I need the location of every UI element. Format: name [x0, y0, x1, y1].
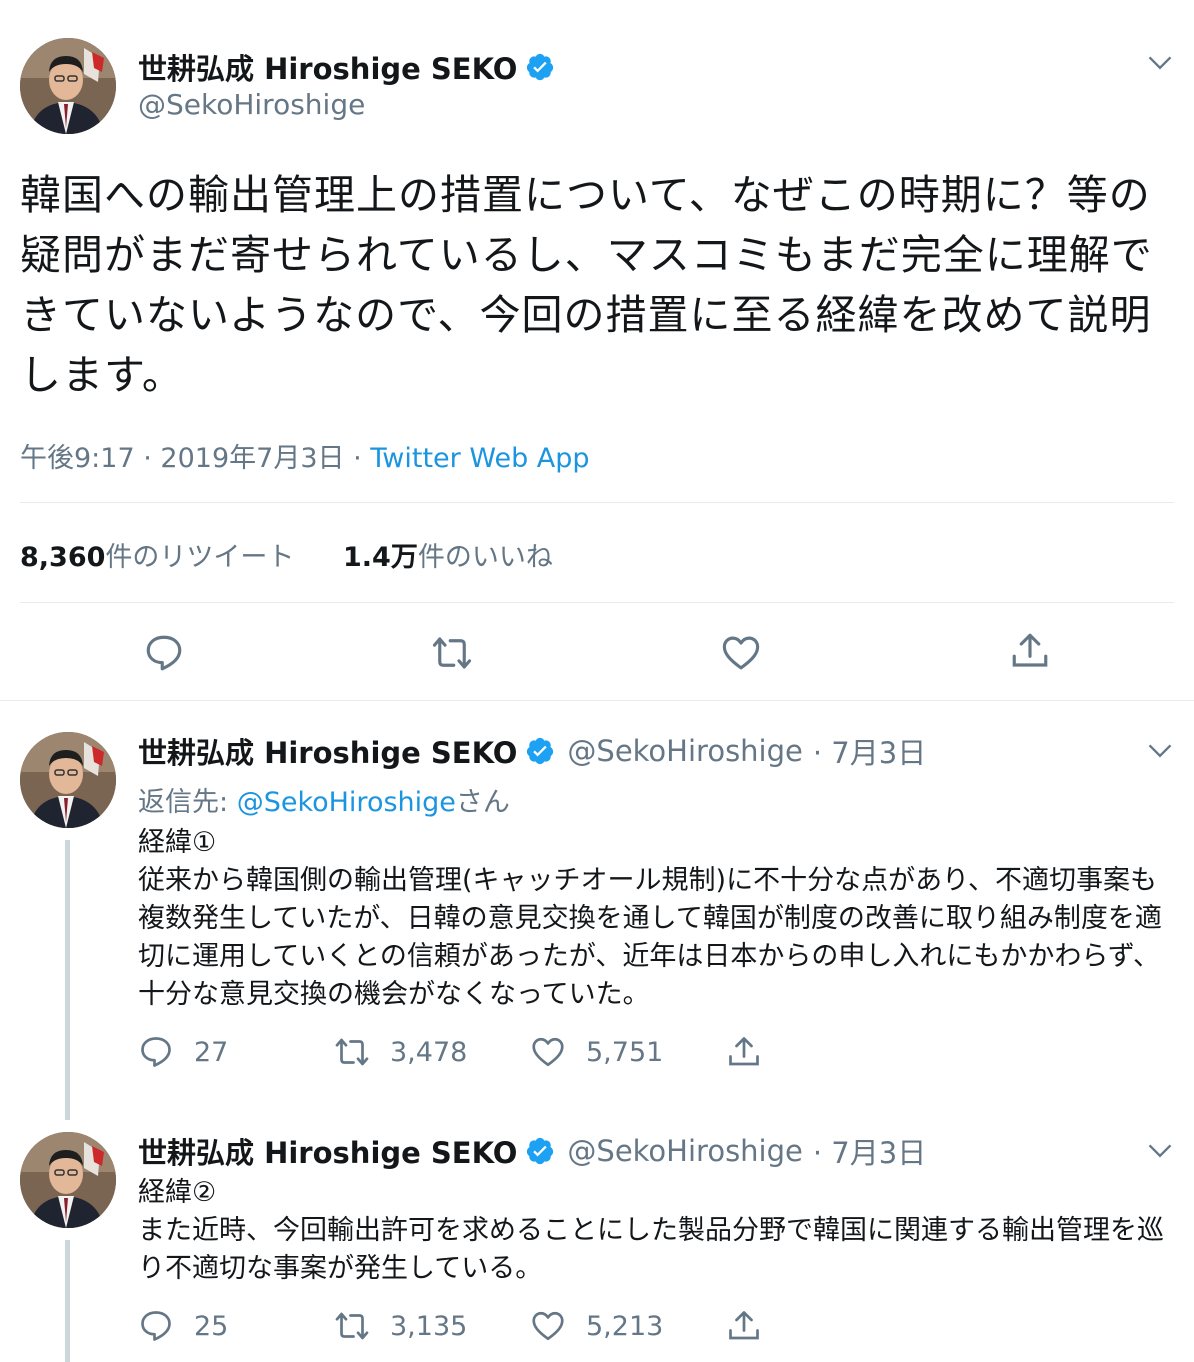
chevron-down-icon[interactable]: [1146, 48, 1174, 76]
tweet-source[interactable]: Twitter Web App: [370, 443, 589, 474]
retweet-button[interactable]: 3,478: [334, 1034, 530, 1070]
tweet-date[interactable]: · 7月3日: [813, 730, 926, 772]
replying-prefix: 返信先:: [138, 787, 237, 818]
heart-icon: [530, 1034, 566, 1070]
reply-button[interactable]: 25: [138, 1308, 334, 1344]
tweet-time[interactable]: 午後9:17: [20, 443, 135, 474]
avatar-photo: [20, 732, 116, 828]
avatar-photo: [20, 1132, 116, 1228]
replying-to: 返信先: @SekoHiroshigeさん: [138, 780, 510, 819]
verified-badge-icon: [525, 1136, 555, 1166]
reply-count: 27: [194, 1036, 229, 1068]
tweet-text: 経緯② また近時、今回輸出許可を求めることにした製品分野で韓国に関連する輸出管理…: [138, 1174, 1168, 1288]
retweet-count: 3,478: [390, 1036, 468, 1068]
author-handle[interactable]: @SekoHiroshige: [567, 1134, 802, 1168]
share-button[interactable]: [726, 1308, 922, 1344]
retweet-icon: [334, 1308, 370, 1344]
divider: [20, 602, 1174, 603]
verified-badge-icon: [525, 736, 555, 766]
meta-separator: ·: [353, 443, 362, 474]
author-name[interactable]: 世耕弘成 Hiroshige SEKO: [138, 1130, 517, 1172]
retweet-icon[interactable]: [431, 632, 473, 674]
reply-header: 世耕弘成 Hiroshige SEKO @SekoHiroshige · 7月3…: [138, 1130, 926, 1172]
avatar[interactable]: [20, 38, 116, 134]
retweets-label: 件のリツイート: [105, 542, 295, 573]
retweet-count: 3,135: [390, 1310, 468, 1342]
chevron-down-icon[interactable]: [1146, 736, 1174, 764]
action-row: 25 3,135 5,213: [138, 1308, 922, 1344]
tweet-text: 経緯① 従来から韓国側の輸出管理(キャッチオール規制)に不十分な点があり、不適切…: [138, 824, 1168, 1014]
like-count: 5,213: [586, 1310, 664, 1342]
tweet-text-heading: 経緯①: [138, 827, 217, 858]
heart-icon[interactable]: [720, 632, 762, 674]
meta-separator: ·: [143, 443, 152, 474]
tweet-date[interactable]: · 7月3日: [813, 1130, 926, 1172]
tweet-stats: 8,360件のリツイート 1.4万件のいいね: [20, 535, 593, 574]
author-handle[interactable]: @SekoHiroshige: [138, 88, 365, 121]
reply-header: 世耕弘成 Hiroshige SEKO @SekoHiroshige · 7月3…: [138, 730, 926, 772]
tweet-text-body: 従来から韓国側の輸出管理(キャッチオール規制)に不十分な点があり、不適切事案も複…: [138, 865, 1162, 1010]
author-name[interactable]: 世耕弘成 Hiroshige SEKO: [138, 730, 517, 772]
author-handle[interactable]: @SekoHiroshige: [567, 734, 802, 768]
reply-icon: [138, 1034, 174, 1070]
chevron-down-icon[interactable]: [1146, 1136, 1174, 1164]
tweet-date[interactable]: 2019年7月3日: [160, 443, 344, 474]
divider: [0, 700, 1194, 701]
likes-stat[interactable]: 1.4万件のいいね: [343, 535, 553, 574]
heart-icon: [530, 1308, 566, 1344]
avatar-photo: [20, 38, 116, 134]
reply-icon: [138, 1308, 174, 1344]
reply-icon[interactable]: [143, 632, 185, 674]
avatar[interactable]: [20, 732, 116, 828]
like-button[interactable]: 5,751: [530, 1034, 726, 1070]
reply-button[interactable]: 27: [138, 1034, 334, 1070]
avatar[interactable]: [20, 1132, 116, 1228]
replying-handle[interactable]: @SekoHiroshige: [237, 787, 456, 818]
retweets-stat[interactable]: 8,360件のリツイート: [20, 535, 294, 574]
like-count: 5,751: [586, 1036, 664, 1068]
share-icon: [726, 1308, 762, 1344]
share-icon[interactable]: [1009, 630, 1051, 672]
tweet-text-heading: 経緯②: [138, 1177, 217, 1208]
likes-count: 1.4万: [343, 542, 418, 573]
like-button[interactable]: 5,213: [530, 1308, 726, 1344]
share-button[interactable]: [726, 1034, 922, 1070]
divider: [20, 502, 1174, 503]
action-row: 27 3,478 5,751: [138, 1034, 922, 1070]
replying-suffix: さん: [455, 787, 510, 818]
author-name[interactable]: 世耕弘成 Hiroshige SEKO: [138, 46, 555, 88]
thread-line: [65, 1240, 70, 1362]
tweet-meta: 午後9:17 · 2019年7月3日 · Twitter Web App: [20, 436, 590, 475]
tweet-text-body: また近時、今回輸出許可を求めることにした製品分野で韓国に関連する輸出管理を巡り不…: [138, 1215, 1164, 1284]
author-name-text: 世耕弘成 Hiroshige SEKO: [138, 52, 518, 86]
retweets-count: 8,360: [20, 542, 106, 573]
tweet-text: 韓国への輸出管理上の措置について、なぜこの時期に？等の疑問がまだ寄せられているし…: [20, 171, 1153, 399]
thread-line: [65, 840, 70, 1120]
retweet-button[interactable]: 3,135: [334, 1308, 530, 1344]
reply-count: 25: [194, 1310, 229, 1342]
likes-label: 件のいいね: [417, 542, 553, 573]
retweet-icon: [334, 1034, 370, 1070]
verified-badge-icon: [525, 52, 555, 82]
share-icon: [726, 1034, 762, 1070]
